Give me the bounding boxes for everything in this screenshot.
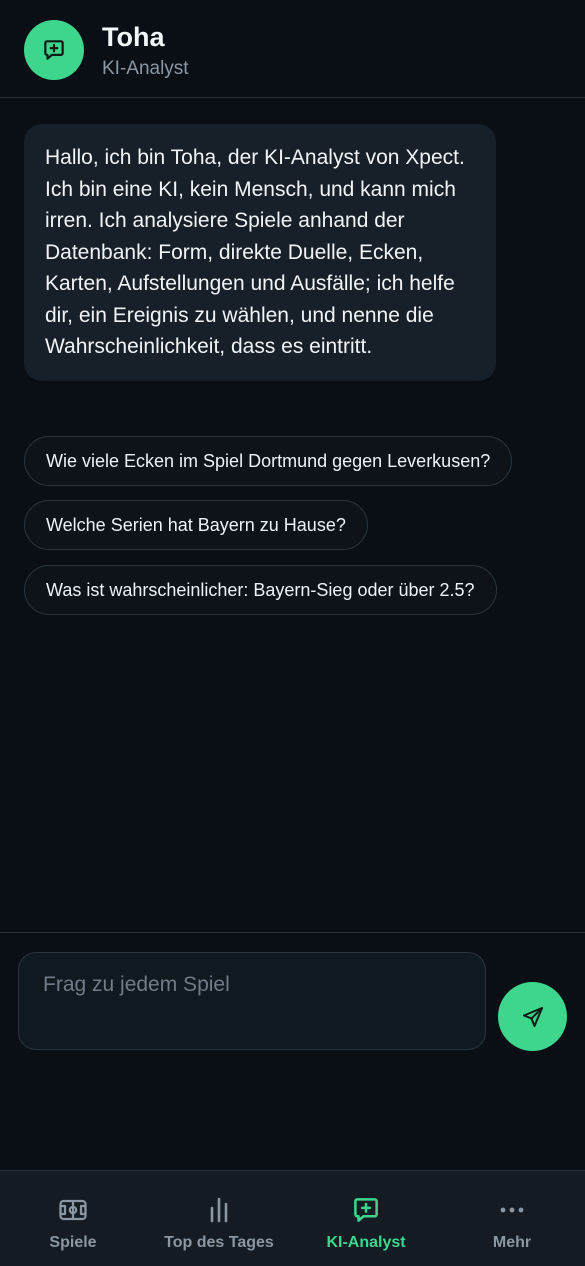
bottom-navigation: Spiele Top des Tages KI-Analyst Mehr [0, 1170, 585, 1266]
nav-label: Mehr [492, 1234, 532, 1251]
app-screen: Toha KI-Analyst Hallo, ich bin Toha, der… [0, 0, 585, 1266]
send-button[interactable] [498, 982, 567, 1051]
chat-sparkle-icon [44, 40, 64, 60]
assistant-role: KI-Analyst [102, 58, 189, 79]
nav-label: KI-Analyst [326, 1234, 406, 1251]
pitch-icon [59, 1199, 87, 1221]
suggestion-chip[interactable]: Was ist wahrscheinlicher: Bayern-Sieg od… [24, 565, 497, 615]
chat-header: Toha KI-Analyst [0, 0, 585, 98]
more-dots-icon [500, 1207, 524, 1213]
message-input-box[interactable] [18, 952, 486, 1050]
send-icon [522, 1006, 543, 1027]
assistant-message-bubble: Hallo, ich bin Toha, der KI-Analyst von … [24, 124, 496, 381]
nav-item-spiele[interactable]: Spiele [0, 1171, 146, 1266]
avatar [24, 20, 84, 80]
nav-label: Spiele [49, 1234, 97, 1251]
nav-label: Top des Tages [164, 1234, 274, 1251]
assistant-name: Toha [102, 22, 165, 52]
message-input[interactable] [43, 973, 461, 1029]
suggestion-chip[interactable]: Welche Serien hat Bayern zu Hause? [24, 500, 368, 550]
nav-item-ki-analyst[interactable]: KI-Analyst [293, 1171, 439, 1266]
suggestion-chip[interactable]: Wie viele Ecken im Spiel Dortmund gegen … [24, 436, 513, 486]
nav-item-top-des-tages[interactable]: Top des Tages [146, 1171, 292, 1266]
chat-sparkle-icon [354, 1198, 378, 1222]
nav-item-mehr[interactable]: Mehr [439, 1171, 585, 1266]
message-composer [0, 932, 585, 1170]
bar-chart-icon [210, 1197, 228, 1223]
